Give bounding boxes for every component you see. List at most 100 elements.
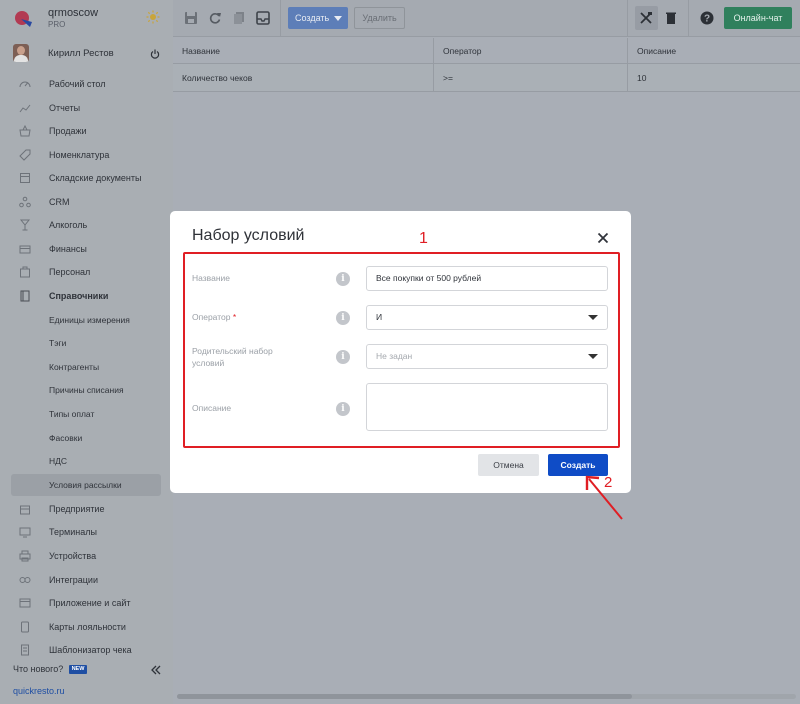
- sidebar-item-contractors[interactable]: Контрагенты: [11, 356, 161, 378]
- sidebar-item-label: Фасовки: [49, 433, 83, 443]
- horizontal-scrollbar[interactable]: [177, 694, 632, 699]
- save-icon[interactable]: [184, 11, 198, 25]
- sun-icon[interactable]: [146, 10, 160, 24]
- power-icon[interactable]: [150, 49, 160, 59]
- trash-icon[interactable]: [664, 11, 678, 25]
- app-icon: [19, 598, 31, 608]
- info-icon[interactable]: i: [336, 272, 350, 286]
- parent-label-line1: Родительский набор: [192, 346, 273, 356]
- brand-name: qrmoscow: [48, 7, 99, 19]
- column-header-description[interactable]: Описание: [627, 38, 800, 63]
- sidebar-item-integrations[interactable]: Интеграции: [11, 569, 161, 591]
- staff-icon: [20, 266, 30, 278]
- sidebar-item-label: CRM: [49, 197, 70, 207]
- tools-button[interactable]: [635, 6, 658, 30]
- dashboard-icon: [19, 81, 31, 88]
- table-row[interactable]: Количество чеков >= 10: [173, 64, 800, 92]
- sidebar-item-label: Справочники: [49, 291, 109, 301]
- sidebar-item-alcohol[interactable]: Алкоголь: [11, 214, 161, 236]
- close-icon[interactable]: [597, 232, 609, 244]
- operator-value: И: [376, 312, 383, 322]
- whats-new-link[interactable]: Что нового?: [13, 664, 63, 674]
- sidebar-item-directories[interactable]: Справочники: [11, 285, 161, 307]
- sidebar-item-label: Карты лояльности: [49, 622, 126, 632]
- description-textarea[interactable]: [366, 383, 608, 431]
- brand[interactable]: qrmoscow PRO: [0, 0, 173, 37]
- chevron-down-icon: [334, 16, 342, 21]
- description-label: Описание: [192, 403, 232, 413]
- inbox-icon[interactable]: [256, 11, 270, 25]
- integration-icon: [19, 577, 31, 583]
- sidebar-item-devices[interactable]: Устройства: [11, 545, 161, 567]
- basket-icon: [19, 125, 31, 137]
- parent-set-placeholder: Не задан: [376, 351, 413, 361]
- sidebar-item-payment-types[interactable]: Типы оплат: [11, 403, 161, 425]
- sidebar-item-label: Типы оплат: [49, 409, 95, 419]
- sidebar-item-enterprise[interactable]: Предприятие: [11, 498, 161, 520]
- dropdown-arrow-icon: [588, 354, 598, 359]
- sidebar-item-warehouse-docs[interactable]: Складские документы: [11, 167, 161, 189]
- sidebar-item-terminals[interactable]: Терминалы: [11, 521, 161, 543]
- required-mark: *: [232, 312, 237, 322]
- documents-icon: [20, 173, 30, 183]
- sidebar-item-packaging[interactable]: Фасовки: [11, 427, 161, 449]
- footer-site-link[interactable]: quickresto.ru: [13, 686, 65, 696]
- terminal-icon: [19, 527, 31, 538]
- delete-button[interactable]: Удалить: [354, 7, 405, 29]
- sidebar-item-staff[interactable]: Персонал: [11, 261, 161, 283]
- sidebar-item-label: НДС: [49, 456, 68, 466]
- create-dropdown-button[interactable]: Создать: [288, 7, 348, 29]
- sidebar-item-label: Продажи: [49, 126, 87, 136]
- table-header: Название Оператор Описание: [173, 38, 800, 64]
- operator-label: Оператор *: [192, 311, 236, 323]
- parent-set-label: Родительский набор условий: [192, 345, 273, 369]
- sidebar-item-finance[interactable]: Финансы: [11, 238, 161, 260]
- sidebar-item-label: Персонал: [49, 267, 91, 277]
- tag-icon: [19, 149, 31, 161]
- column-header-name[interactable]: Название: [173, 38, 433, 63]
- sidebar-item-label: Номенклатура: [49, 150, 110, 160]
- sidebar-item-mailing-conditions[interactable]: Условия рассылки: [11, 474, 161, 496]
- user-profile[interactable]: Кирилл Рестов: [0, 40, 173, 66]
- sidebar-item-nomenclature[interactable]: Номенклатура: [11, 144, 161, 166]
- tools-icon: [640, 12, 652, 24]
- sidebar-item-writeoff-reasons[interactable]: Причины списания: [11, 379, 161, 401]
- sidebar-item-loyalty-cards[interactable]: Карты лояльности: [11, 616, 161, 638]
- sidebar-item-sales[interactable]: Продажи: [11, 120, 161, 142]
- parent-set-select[interactable]: Не задан: [366, 344, 608, 369]
- help-icon[interactable]: ?: [700, 11, 714, 25]
- name-input[interactable]: Все покупки от 500 рублей: [366, 266, 608, 291]
- sidebar-item-label: Складские документы: [49, 173, 142, 183]
- toolbar-separator: [627, 0, 628, 37]
- user-name: Кирилл Рестов: [48, 48, 114, 59]
- sidebar-item-units[interactable]: Единицы измерения: [11, 309, 161, 331]
- sidebar-item-vat[interactable]: НДС: [11, 450, 161, 472]
- logo-icon: [15, 11, 32, 27]
- sidebar-item-label: Интеграции: [49, 575, 98, 585]
- info-icon[interactable]: i: [336, 311, 350, 325]
- cancel-button[interactable]: Отмена: [478, 454, 539, 476]
- sidebar-item-tags[interactable]: Тэги: [11, 332, 161, 354]
- sidebar-item-receipt-templates[interactable]: Шаблонизатор чека: [11, 639, 161, 661]
- copy-icon[interactable]: [232, 11, 246, 25]
- sidebar-item-label: Рабочий стол: [49, 79, 106, 89]
- annotation-arrow-icon: [585, 475, 623, 520]
- dropdown-arrow-icon: [588, 315, 598, 320]
- sidebar-item-crm[interactable]: CRM: [11, 191, 161, 213]
- sidebar-item-app-site[interactable]: Приложение и сайт: [11, 592, 161, 614]
- parent-label-line2: условий: [192, 358, 225, 368]
- column-header-operator[interactable]: Оператор: [433, 38, 627, 63]
- operator-select[interactable]: И: [366, 305, 608, 330]
- sidebar-item-label: Приложение и сайт: [49, 598, 131, 608]
- online-chat-button[interactable]: Онлайн-чат: [724, 7, 792, 29]
- double-chevron-left-icon[interactable]: [150, 664, 162, 676]
- table-cell: 10: [627, 64, 800, 91]
- sidebar-item-dashboard[interactable]: Рабочий стол: [11, 73, 161, 95]
- info-icon[interactable]: i: [336, 350, 350, 364]
- sidebar-item-reports[interactable]: Отчеты: [11, 97, 161, 119]
- info-icon[interactable]: i: [336, 402, 350, 416]
- sidebar-item-label: Финансы: [49, 244, 87, 254]
- sidebar-item-label: Предприятие: [49, 504, 105, 514]
- crm-icon: [19, 196, 31, 208]
- refresh-icon[interactable]: [208, 11, 222, 25]
